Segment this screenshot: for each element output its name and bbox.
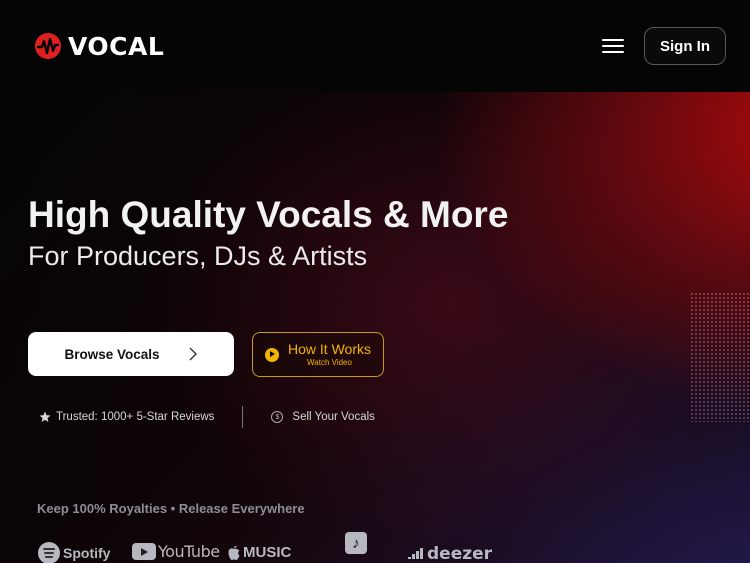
browse-vocals-label: Browse Vocals <box>64 346 160 362</box>
deezer-label: deezer <box>427 544 493 563</box>
deezer-icon <box>408 548 423 559</box>
youtube-logo: YouTube <box>132 542 220 561</box>
hero-section: High Quality Vocals & More For Producers… <box>0 92 750 563</box>
how-it-works-text: How It Works Watch Video <box>288 341 371 368</box>
watch-video-label: Watch Video <box>307 358 352 367</box>
coin-icon: $ <box>271 411 284 423</box>
soundwave-logo-icon <box>35 33 61 59</box>
apple-music-label: MUSIC <box>243 544 292 561</box>
trust-row: Trusted: 1000+ 5-Star Reviews $ Sell You… <box>39 406 375 428</box>
how-it-works-button[interactable]: How It Works Watch Video <box>252 332 384 377</box>
header-actions: Sign In <box>602 27 726 65</box>
spotify-logo: Spotify <box>38 542 110 563</box>
how-it-works-label: How It Works <box>288 341 371 357</box>
divider <box>242 406 244 428</box>
sell-your-vocals-link[interactable]: Sell Your Vocals <box>292 411 374 423</box>
play-icon <box>265 347 279 362</box>
hero-headline: High Quality Vocals & More <box>28 194 509 235</box>
apple-icon <box>228 545 240 560</box>
hero-subheadline: For Producers, DJs & Artists <box>28 241 368 271</box>
hamburger-menu-icon[interactable] <box>602 39 624 53</box>
logo-text: VOCAL <box>68 31 165 61</box>
spotify-icon <box>38 542 60 563</box>
tiktok-logo: ♪ <box>345 532 367 554</box>
trusted-reviews-text: Trusted: 1000+ 5-Star Reviews <box>56 411 215 423</box>
apple-music-logo: MUSIC <box>227 544 291 561</box>
deezer-logo: deezer <box>408 544 492 563</box>
site-header: VOCAL Sign In <box>0 0 750 92</box>
spotify-label: Spotify <box>63 545 111 561</box>
youtube-icon <box>132 543 156 560</box>
sign-in-button[interactable]: Sign In <box>644 27 726 65</box>
platform-logos: Spotify YouTube MUSIC ♪ deezer <box>38 532 518 563</box>
tiktok-icon: ♪ <box>345 532 367 554</box>
decorative-dot-pattern <box>690 292 750 422</box>
logo[interactable]: VOCAL <box>34 32 164 61</box>
royalties-tagline: Keep 100% Royalties • Release Everywhere <box>37 501 305 516</box>
star-icon <box>39 411 51 422</box>
browse-vocals-button[interactable]: Browse Vocals <box>28 332 234 376</box>
chevron-right-icon <box>189 347 197 361</box>
youtube-label: YouTube <box>158 542 220 561</box>
